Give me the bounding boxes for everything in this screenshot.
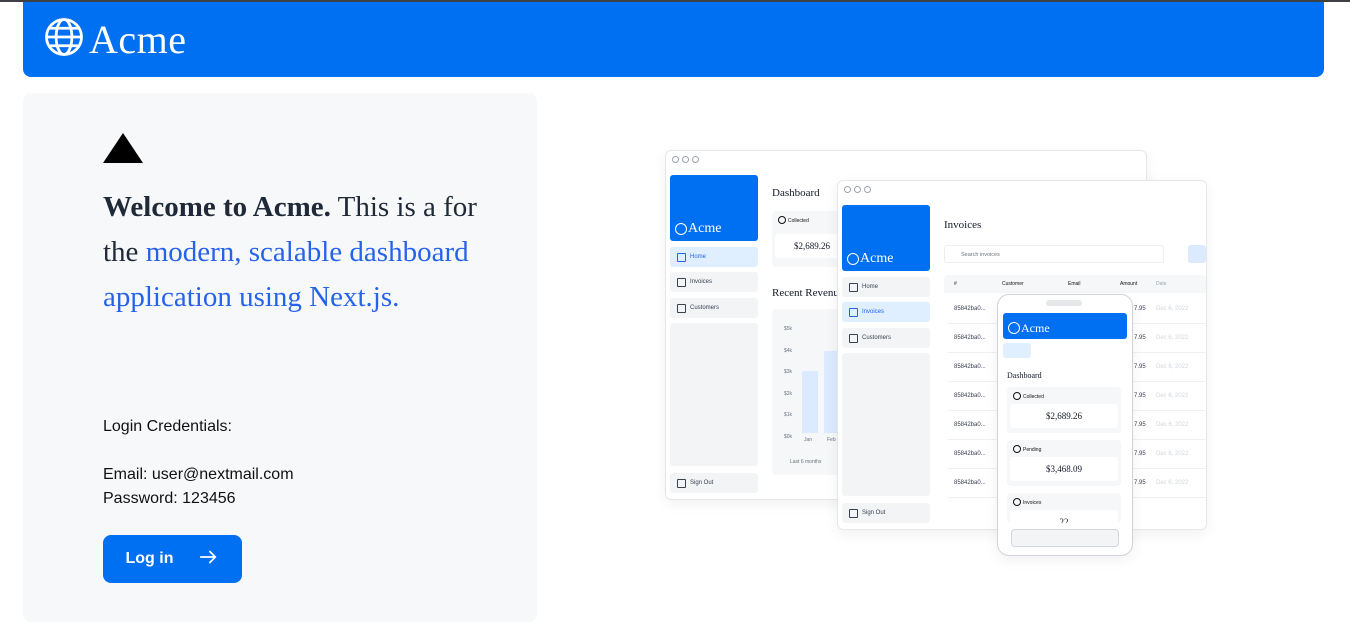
welcome-bold: Welcome to Acme. <box>103 191 331 223</box>
credentials-email: Email: user@nextmail.com <box>103 466 294 483</box>
credentials-title: Login Credentials: <box>103 418 232 435</box>
welcome-panel: Welcome to Acme. This is a for the moder… <box>23 93 537 622</box>
mock-signout: Sign Out <box>842 503 930 523</box>
globe-icon <box>43 16 85 63</box>
mock-search-input: Search invoices <box>944 245 1164 263</box>
welcome-text: Welcome to Acme. This is a for the moder… <box>103 185 483 320</box>
mock-desktop-logo: Acme <box>670 175 758 241</box>
mock-invoices-title: Invoices <box>944 219 982 231</box>
mock-nav-customers: Customers <box>842 328 930 348</box>
window-dots <box>672 156 699 163</box>
mock-nav-home: Home <box>842 277 930 297</box>
mock-desktop-title: Dashboard <box>772 187 820 199</box>
mock-phone-logo: Acme <box>1003 313 1127 339</box>
logo-text: Acme <box>89 17 187 62</box>
mock-nav-invoices: Invoices <box>842 302 930 322</box>
dashboard-illustration: Acme Home Invoices Customers Sign Out Da… <box>665 150 1207 560</box>
arrow-right-icon <box>197 546 219 573</box>
triangle-logo-icon <box>103 133 143 163</box>
credentials-password: Password: 123456 <box>103 490 236 507</box>
mock-create-button <box>1188 245 1206 263</box>
login-button[interactable]: Log in <box>103 535 242 583</box>
mock-signout: Sign Out <box>670 473 758 493</box>
mock-phone-title: Dashboard <box>1007 371 1042 380</box>
mock-invoices-logo: Acme <box>842 205 930 271</box>
mock-nav-invoices: Invoices <box>670 272 758 292</box>
mock-phone-collected: Collected $2,689.26 <box>1007 387 1121 433</box>
mock-phone: Acme Dashboard Collected $2,689.26 Pendi… <box>997 294 1133 556</box>
welcome-link[interactable]: modern, scalable dashboard application u… <box>103 236 469 313</box>
window-dots <box>844 186 871 193</box>
mock-phone-invoices: Invoices 22 <box>1007 493 1121 523</box>
login-button-label: Log in <box>125 550 174 567</box>
mock-nav-home: Home <box>670 247 758 267</box>
acme-logo[interactable]: Acme <box>43 16 187 63</box>
mock-phone-pending: Pending $3,468.09 <box>1007 440 1121 486</box>
mock-nav-customers: Customers <box>670 298 758 318</box>
app-header: Acme <box>23 2 1324 77</box>
mock-revenue-title: Recent Revenue <box>772 287 844 299</box>
mock-sidebar-space <box>842 353 930 496</box>
mock-sidebar-space <box>670 323 758 466</box>
